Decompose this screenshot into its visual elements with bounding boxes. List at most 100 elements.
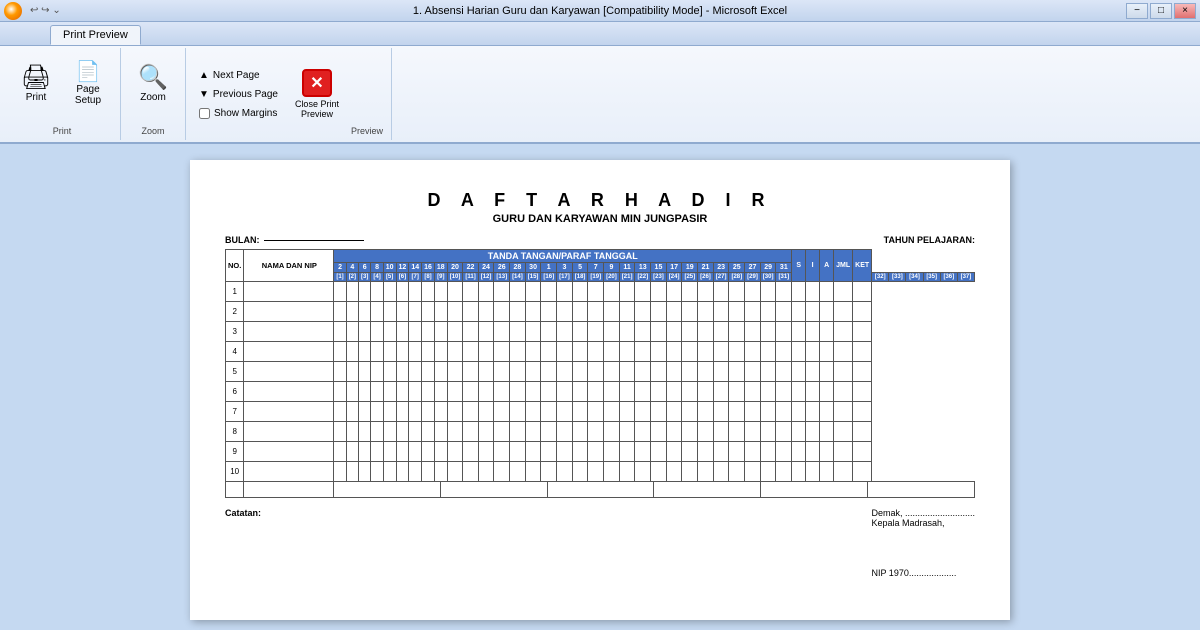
catatan-section: Catatan:: [225, 508, 261, 578]
summary-a: [820, 422, 834, 442]
date-cell: [409, 382, 422, 402]
row-number: 1: [226, 282, 244, 302]
date-cell: [346, 302, 358, 322]
date-cell: [604, 282, 620, 302]
attendance-table-footer-row: [225, 481, 975, 498]
col-num-13: [13]: [494, 273, 510, 282]
date-cell: [396, 342, 409, 362]
previous-page-button[interactable]: ▼ Previous Page: [194, 86, 283, 103]
date-cell: [409, 422, 422, 442]
col-num-36: [36]: [940, 273, 957, 282]
kepala-text: Kepala Madrasah,: [871, 518, 975, 528]
date-cell: [745, 462, 761, 482]
show-margins-label: Show Margins: [214, 108, 277, 119]
empty-row-name: [244, 482, 334, 498]
date-cell: [557, 282, 573, 302]
table-row: 9: [226, 442, 975, 462]
date-cell: [557, 302, 573, 322]
zoom-button[interactable]: 🔍 Zoom: [129, 52, 177, 116]
date-cell: [745, 302, 761, 322]
page-setup-button[interactable]: 📄 Page Setup: [64, 52, 112, 116]
date-cell: [604, 362, 620, 382]
date-cell: [447, 362, 463, 382]
date-cell: [478, 382, 494, 402]
date-cell: [635, 462, 651, 482]
ribbon: 🖨 Print 📄 Page Setup Print 🔍 Zoom Zoom: [0, 46, 1200, 144]
date-cell: [760, 462, 776, 482]
summary-a: [820, 402, 834, 422]
date-cell: [396, 402, 409, 422]
date-cell: [334, 422, 346, 442]
date-cell: [510, 462, 526, 482]
show-margins-button[interactable]: Show Margins: [194, 105, 283, 122]
date-cell: [635, 322, 651, 342]
table-row: 3: [226, 322, 975, 342]
zoom-buttons: 🔍 Zoom: [129, 52, 177, 122]
date-cell: [447, 442, 463, 462]
date-cell: [478, 402, 494, 422]
date-cell: [510, 382, 526, 402]
date-cell: [434, 342, 447, 362]
date-cell: [713, 462, 729, 482]
date-cell: [682, 362, 698, 382]
summary-ket: [853, 342, 872, 362]
date-cell: [619, 362, 635, 382]
date-cell: [698, 362, 714, 382]
date-cell: [463, 302, 478, 322]
document-meta: BULAN: TAHUN PELAJARAN:: [225, 235, 975, 245]
date-cell: [604, 342, 620, 362]
close-print-preview-button[interactable]: ✕ Close Print Preview: [291, 62, 343, 126]
date-cell: [346, 382, 358, 402]
show-margins-checkbox[interactable]: [199, 108, 210, 119]
date-cell: [525, 342, 541, 362]
date-cell: [682, 342, 698, 362]
summary-jml: [834, 442, 853, 462]
date-cell: [635, 382, 651, 402]
summary-jml: [834, 282, 853, 302]
next-page-button[interactable]: ▲ Next Page: [194, 67, 283, 84]
date-cell: [409, 442, 422, 462]
date-cell: [371, 362, 383, 382]
col-num-28: [28]: [729, 273, 745, 282]
date-cell: [713, 302, 729, 322]
date-cell: [478, 322, 494, 342]
date-cell: [713, 422, 729, 442]
date-9: 9: [604, 263, 620, 273]
date-11: 11: [619, 263, 635, 273]
date-cell: [359, 442, 371, 462]
date-13: 13: [635, 263, 651, 273]
close-print-icon: ✕: [302, 69, 332, 97]
date-cell: [494, 282, 510, 302]
minimize-button[interactable]: −: [1126, 3, 1148, 19]
footer-section: Catatan: Demak, ........................…: [225, 508, 975, 578]
tab-print-preview[interactable]: Print Preview: [50, 25, 141, 45]
col-num-15: [15]: [525, 273, 541, 282]
row-number: 2: [226, 302, 244, 322]
date-cell: [525, 322, 541, 342]
header-no: NO.: [226, 250, 244, 282]
summary-ket: [853, 302, 872, 322]
date-cell: [525, 422, 541, 442]
date-cell: [463, 442, 478, 462]
row-name: [244, 402, 334, 422]
date-cell: [541, 322, 557, 342]
date-cell: [478, 442, 494, 462]
print-button[interactable]: 🖨 Print: [12, 52, 60, 116]
date-21: 21: [698, 263, 714, 273]
date-cell: [371, 462, 383, 482]
date-cell: [525, 462, 541, 482]
col-num-24: [24]: [666, 273, 682, 282]
close-button[interactable]: ×: [1174, 3, 1196, 19]
restore-button[interactable]: □: [1150, 3, 1172, 19]
date-cell: [698, 422, 714, 442]
date-cell: [463, 382, 478, 402]
attendance-table: NO. NAMA DAN NIP TANDA TANGAN/PARAF TANG…: [225, 249, 975, 482]
date-8: 8: [371, 263, 383, 273]
date-cell: [698, 442, 714, 462]
date-cell: [541, 302, 557, 322]
date-cell: [557, 382, 573, 402]
date-cell: [557, 462, 573, 482]
date-cell: [729, 422, 745, 442]
bulan-value: [264, 240, 364, 241]
col-num-6: [6]: [396, 273, 409, 282]
